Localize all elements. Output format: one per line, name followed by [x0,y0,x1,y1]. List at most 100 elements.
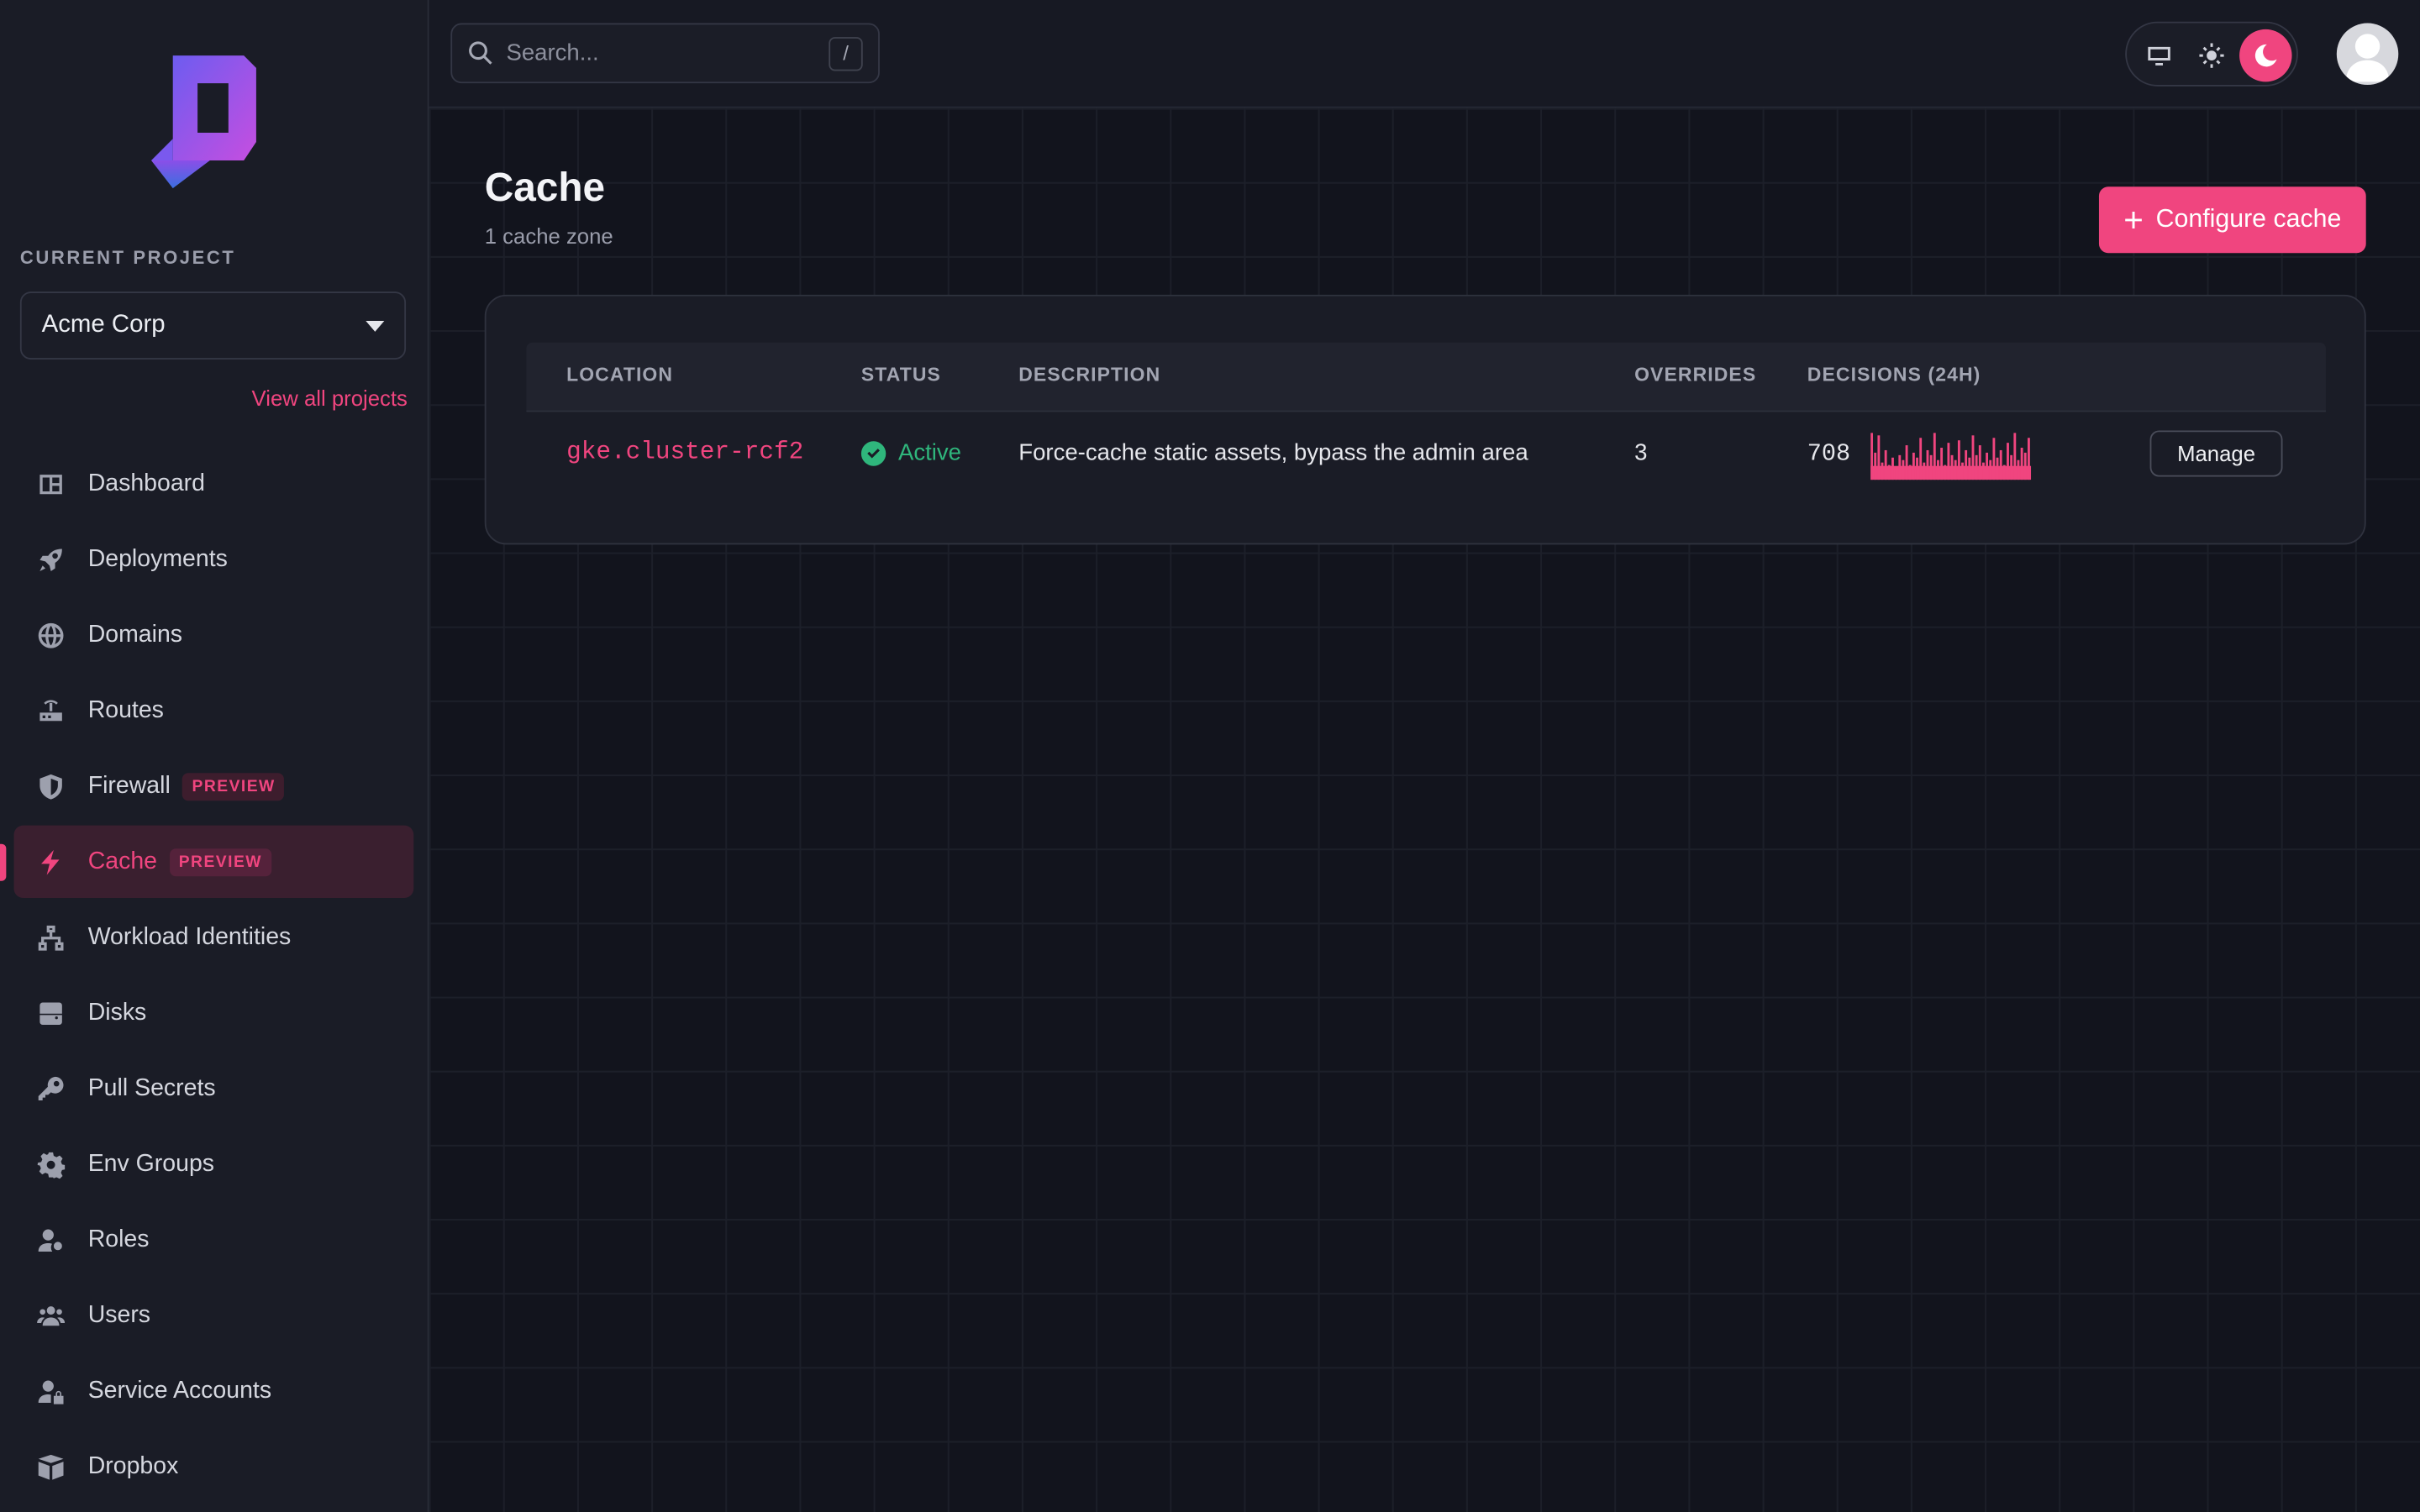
sidebar-item-deployments[interactable]: Deployments [14,523,414,596]
sparkline-bar [2010,454,2013,480]
sidebar-item-label: Pull Secrets [87,1074,216,1101]
gear-icon [35,1148,66,1179]
sidebar-item-label: Service Accounts [87,1377,272,1404]
sparkline-bar [1891,457,1894,480]
sidebar-item-label: Workload Identities [87,923,292,950]
sparkline-bar [1947,443,1950,480]
disk-icon [35,997,66,1028]
sparkline-bar [1884,449,1887,480]
topbar: Search... / [429,0,2420,108]
project-select[interactable]: Acme Corp [19,291,407,360]
sparkline-bar [1950,454,1954,480]
sparkline-bar [1919,438,1923,480]
app-logo[interactable] [148,52,259,191]
sidebar-item-label: Cache [87,848,158,874]
sidebar-item-label: Roles [87,1226,150,1252]
sparkline-bar [1912,452,1915,480]
sparkline-bar [1999,449,2002,480]
current-project-label: CURRENT PROJECT [19,246,236,269]
sparkline-bar [1874,452,1877,480]
sparkline-bar [1895,467,1898,480]
plus-icon: + [2123,199,2144,239]
sparkline-bar [1986,452,1989,480]
sparkline-bar [2002,465,2006,480]
theme-light-button[interactable] [2186,29,2238,81]
globe-icon [35,619,66,650]
sidebar-item-pull-secrets[interactable]: Pull Secrets [14,1053,414,1125]
status-text: Active [897,439,962,466]
avatar[interactable] [2336,23,2399,86]
project-name: Acme Corp [41,312,166,339]
search-placeholder: Search... [506,39,599,66]
sparkline-bar [1905,445,1908,480]
sidebar-item-domains[interactable]: Domains [14,599,414,671]
manage-button[interactable]: Manage [2149,430,2283,477]
table-header: LOCATION STATUS DESCRIPTION OVERRIDES DE… [526,342,2326,412]
sidebar-item-workload-identities[interactable]: Workload Identities [14,901,414,974]
sparkline-bar [2007,443,2009,480]
sparkline-bar [1908,465,1912,480]
sidebar-item-env-groups[interactable]: Env Groups [14,1128,414,1200]
sparkline-bar [1965,449,1968,480]
sparkline-bar [1968,457,1971,480]
sparkline-bar [1982,462,1985,480]
sparkline-bar [1937,459,1939,480]
dashboard-icon [35,468,66,499]
sidebar: CURRENT PROJECT Acme Corp View all proje… [0,0,429,1512]
sparkline-bar [1877,435,1881,480]
view-all-projects-link[interactable]: View all projects [252,386,408,410]
sparkline-bar [1887,465,1891,480]
search-shortcut-key: / [829,36,863,71]
router-icon [35,695,66,726]
sidebar-item-routes[interactable]: Routes [14,675,414,747]
sidebar-item-firewall[interactable]: Firewall PREVIEW [14,750,414,822]
sidebar-item-dashboard[interactable]: Dashboard [14,448,414,520]
bolt-icon [35,846,66,877]
sparkline-bar [1933,433,1936,480]
theme-switcher [2125,21,2298,87]
cache-location-link[interactable]: gke.cluster-rcf2 [566,438,803,466]
monitor-icon [2148,46,2170,66]
sidebar-item-label: Dashboard [87,470,205,496]
sidebar-item-label: Disks [87,999,147,1026]
network-icon [35,921,66,953]
sparkline-bar [1944,465,1947,480]
sidebar-item-dropbox[interactable]: Dropbox [14,1431,414,1503]
theme-system-button[interactable] [2133,29,2185,81]
user-gear-icon [35,1224,66,1255]
sparkline-bar [1957,440,1960,480]
sidebar-item-label: Dropbox [87,1452,179,1479]
sun-icon [2199,43,2224,68]
sparkline-bar [1881,462,1884,480]
sidebar-item-roles[interactable]: Roles [14,1204,414,1276]
sparkline-bar [1971,435,1975,480]
column-header-description: DESCRIPTION [1018,364,1161,386]
sparkline-bar [1870,433,1873,480]
configure-cache-label: Configure cache [2155,205,2342,234]
search-input[interactable]: Search... / [450,23,880,84]
column-header-status: STATUS [860,364,941,386]
sparkline-bar [1940,448,1944,480]
page-subtitle: 1 cache zone [484,223,613,249]
chevron-down-icon [366,320,385,331]
column-header-overrides: OVERRIDES [1634,364,1757,386]
status-badge: Active [860,439,962,466]
preview-badge: PREVIEW [182,772,285,801]
sparkline-bar [1916,457,1918,480]
sidebar-item-label: Env Groups [87,1150,215,1177]
sidebar-item-label: Firewall [87,772,171,799]
sidebar-item-disks[interactable]: Disks [14,977,414,1049]
sidebar-item-users[interactable]: Users [14,1279,414,1352]
cache-description: Force-cache static assets, bypass the ad… [1018,439,1528,466]
sidebar-item-cache[interactable]: Cache PREVIEW [0,825,414,898]
column-header-location: LOCATION [566,364,674,386]
sparkline-bar [1989,459,1992,480]
table-row[interactable]: gke.cluster-rcf2 Active Force-cache stat… [526,412,2326,498]
theme-dark-button[interactable] [2239,29,2292,82]
configure-cache-button[interactable]: + Configure cache [2098,186,2366,254]
sidebar-item-service-accounts[interactable]: Service Accounts [14,1355,414,1427]
sparkline-bar [1923,462,1926,480]
sidebar-item-label: Users [87,1301,151,1328]
sidebar-item-label: Routes [87,696,164,723]
sparkline-bar [1975,454,1978,480]
